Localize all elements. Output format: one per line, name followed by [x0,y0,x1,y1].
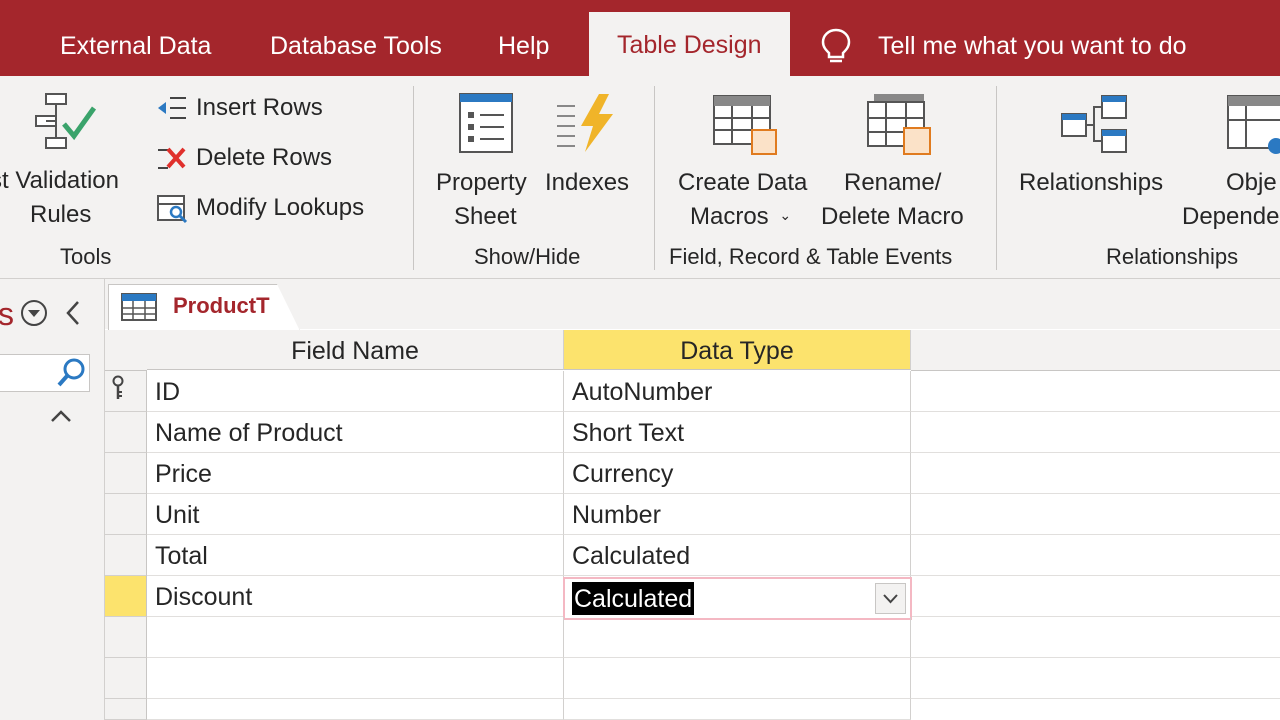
ribbon-separator [413,86,414,270]
modify-lookups-label: Modify Lookups [196,194,365,221]
show-hide-group-label: Show/Hide [474,244,581,269]
rename-delete-macro-button[interactable]: Rename/ Delete Macro [818,90,978,240]
description-cell[interactable] [911,494,1280,535]
events-group-label: Field, Record & Table Events [669,244,953,269]
description-cell[interactable] [911,453,1280,494]
row-selector[interactable] [105,699,147,720]
data-type-cell[interactable]: AutoNumber [564,371,911,412]
description-cell[interactable] [911,617,1280,658]
tab-external-data[interactable]: External Data [60,26,211,66]
field-name-cell[interactable]: Name of Product [147,412,564,453]
delete-rows-icon [158,147,186,169]
delete-rows-label: Delete Rows [196,144,333,171]
modify-lookups-icon [157,195,188,224]
chevron-down-icon: ⌄ [779,207,792,223]
column-header-field-name[interactable]: Field Name [147,330,564,370]
property-sheet-button[interactable]: Property Sheet [430,90,540,240]
ribbon-separator [654,86,655,270]
object-dependencies-button[interactable]: Obje Depende [1180,90,1280,240]
field-name-cell[interactable]: Unit [147,494,564,535]
chevron-down-icon [883,594,898,604]
test-validation-label-2: Rules [30,201,92,228]
object-dependencies-label-2: Depende [1182,203,1280,230]
test-validation-label-1: st Validation [0,167,119,194]
description-cell[interactable] [911,412,1280,453]
description-cell[interactable] [911,371,1280,412]
data-type-cell[interactable]: Calculated [564,535,911,576]
field-name-cell[interactable] [147,658,564,699]
dropdown-arrow-button[interactable] [875,583,906,614]
row-selector[interactable] [105,494,147,535]
indexes-button[interactable]: Indexes [545,90,635,200]
rename-macro-label-2: Delete Macro [821,203,964,230]
data-type-cell[interactable] [564,699,911,720]
row-selector[interactable] [105,658,147,699]
property-sheet-label-1: Property [436,169,527,196]
field-name-cell[interactable]: Price [147,453,564,494]
row-selector[interactable] [105,535,147,576]
property-sheet-label-2: Sheet [454,203,517,230]
collapse-group-chevron-up-icon[interactable] [48,406,74,426]
relationships-group-label: Relationships [1106,244,1239,269]
table-icon [121,293,157,321]
data-macros-icon [713,95,777,155]
search-icon[interactable] [55,356,87,390]
field-name-cell[interactable] [147,699,564,720]
description-cell[interactable] [911,658,1280,699]
rename-macro-label-1: Rename/ [844,169,942,196]
description-cell[interactable] [911,535,1280,576]
tell-me-text: Tell me what you want to do [878,32,1187,60]
property-sheet-icon [459,93,513,153]
row-selector[interactable] [105,412,147,453]
data-type-cell[interactable]: Short Text [564,412,911,453]
document-tab-productt[interactable]: ProductT [108,284,300,331]
tab-help[interactable]: Help [498,26,549,66]
insert-rows-label: Insert Rows [196,94,323,121]
row-selector[interactable] [105,371,147,412]
data-type-selected-value: Calculated [572,582,695,615]
field-name-cell[interactable]: ID [147,371,564,412]
column-header-data-type[interactable]: Data Type [564,330,911,370]
relationships-icon [1061,95,1127,153]
ribbon-separator [996,86,997,270]
object-dependencies-icon [1227,95,1280,154]
relationships-label: Relationships [1019,169,1164,196]
field-name-cell[interactable] [147,617,564,658]
shutter-bar-close-icon[interactable] [62,298,84,328]
tab-database-tools[interactable]: Database Tools [270,26,442,66]
description-cell[interactable] [911,576,1280,617]
create-data-macros-button[interactable]: Create Data Macros ⌄ [676,90,816,240]
indexes-label: Indexes [545,169,630,196]
lightbulb-icon [821,28,851,63]
tools-group-label: Tools [60,244,112,269]
data-type-cell[interactable]: Currency [564,453,911,494]
tab-table-design[interactable]: Table Design [589,12,790,76]
object-dependencies-label-1: Obje [1226,169,1277,196]
select-all-corner[interactable] [105,330,147,371]
create-data-macros-label-1: Create Data [678,169,808,196]
data-type-cell[interactable]: Number [564,494,911,535]
row-selector-current[interactable] [105,576,147,617]
rename-macro-icon [867,94,931,155]
indexes-icon [557,94,613,152]
document-tab-label: ProductT [173,293,270,318]
create-data-macros-label-2-text: Macros [690,203,769,230]
nav-pane-title: s [0,296,14,332]
create-data-macros-label-2: Macros ⌄ [690,200,791,236]
relationships-button[interactable]: Relationships [1016,90,1176,200]
primary-key-icon [112,375,124,399]
navigation-pane [0,279,105,720]
test-validation-rules-button[interactable]: st Validation Rules [0,90,150,240]
row-selector[interactable] [105,453,147,494]
column-header-description[interactable] [911,330,1280,371]
field-name-cell[interactable]: Discount [147,576,564,617]
data-type-cell[interactable] [564,617,911,658]
validation-rules-icon [35,93,97,149]
data-type-dropdown[interactable]: Calculated [563,577,912,620]
data-type-cell[interactable] [564,658,911,699]
nav-menu-chevron-icon[interactable] [19,298,49,328]
field-name-cell[interactable]: Total [147,535,564,576]
insert-rows-icon [158,97,186,119]
row-selector[interactable] [105,617,147,658]
